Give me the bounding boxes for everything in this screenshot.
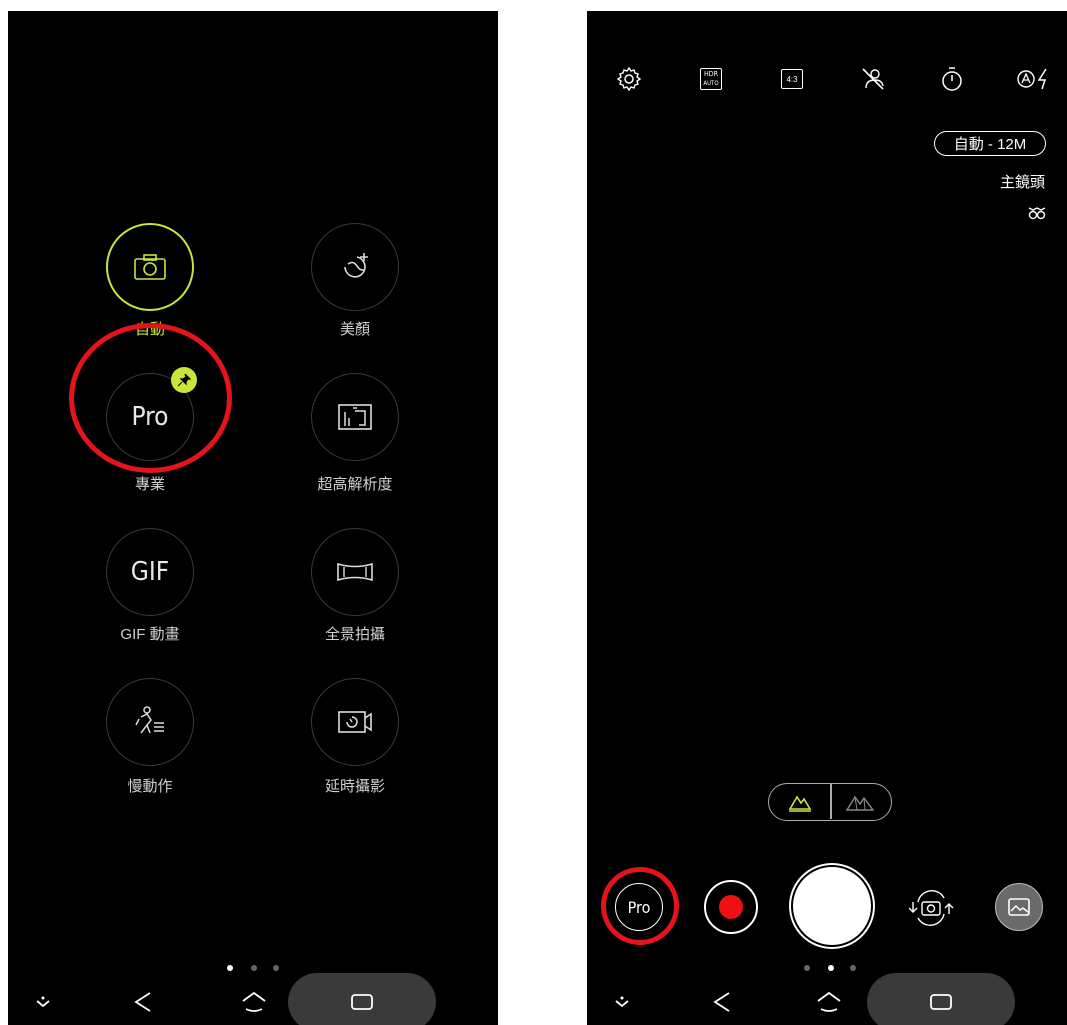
super-resolution-icon — [337, 402, 373, 432]
scene-mountain-icon[interactable] — [845, 791, 875, 813]
page-dot — [273, 965, 279, 971]
gallery-button[interactable] — [995, 883, 1043, 931]
switch-camera-icon[interactable] — [903, 886, 959, 930]
mode-panorama-button[interactable] — [311, 528, 399, 616]
scene-landscape-icon[interactable] — [787, 791, 813, 813]
page-dot — [850, 965, 856, 971]
mode-panorama-label: 全景拍攝 — [324, 626, 385, 643]
page-dot — [251, 965, 257, 971]
gif-icon-text: GIF — [130, 557, 170, 587]
beauty-face-icon — [338, 250, 372, 284]
hdr-text: HDR — [704, 70, 718, 78]
gallery-icon — [1007, 897, 1031, 917]
auto-text: AUTO — [703, 80, 719, 87]
camera-icon — [132, 253, 168, 281]
mode-beauty-label: 美顏 — [339, 321, 370, 338]
mode-pro-label: 專業 — [134, 476, 165, 493]
highlight-circle — [601, 867, 679, 945]
toggle-divider — [830, 784, 832, 819]
time-lapse-icon — [337, 708, 373, 736]
highlight-circle — [69, 323, 232, 473]
mode-super-resolution-button[interactable] — [311, 373, 399, 461]
home-icon[interactable] — [238, 987, 270, 1017]
night-owl-icon[interactable] — [1027, 205, 1047, 221]
shutter-button[interactable] — [793, 867, 871, 945]
resolution-badge[interactable]: 自動 - 12M — [934, 131, 1046, 156]
scene-toggle[interactable] — [768, 783, 892, 821]
hdr-auto-icon[interactable]: HDR AUTO — [697, 65, 725, 93]
page-dot — [804, 965, 810, 971]
aspect-ratio-icon[interactable]: 4:3 — [778, 65, 806, 93]
panorama-icon — [336, 561, 374, 583]
slow-motion-icon — [133, 705, 167, 739]
mode-beauty-button[interactable] — [311, 223, 399, 311]
collapse-icon[interactable] — [607, 987, 637, 1017]
home-icon[interactable] — [813, 987, 845, 1017]
back-icon[interactable] — [707, 987, 737, 1017]
page-dot — [227, 965, 233, 971]
mode-time-lapse-button[interactable] — [311, 678, 399, 766]
settings-icon[interactable] — [615, 65, 643, 93]
recents-icon[interactable] — [346, 987, 378, 1017]
timer-icon[interactable] — [938, 65, 966, 93]
mode-gif-button[interactable]: GIF — [106, 528, 194, 616]
mode-super-resolution-label: 超高解析度 — [317, 476, 393, 493]
record-icon — [719, 895, 743, 919]
lens-label[interactable]: 主鏡頭 — [927, 171, 1045, 192]
mode-selector-screen: 自動 美顏 Pro 專業 超高解析度 GIF GIF 動畫 全景拍攝 慢動作 延… — [8, 11, 498, 1025]
camera-viewfinder-screen: HDR AUTO 4:3 自動 - 12M 主鏡頭 Pro — [587, 11, 1067, 1025]
back-icon[interactable] — [128, 987, 158, 1017]
aspect-text: 4:3 — [781, 69, 803, 89]
page-dot — [828, 965, 834, 971]
recents-icon[interactable] — [925, 987, 957, 1017]
beautify-off-icon[interactable] — [859, 65, 887, 93]
mode-slow-motion-button[interactable] — [106, 678, 194, 766]
mode-slow-motion-label: 慢動作 — [127, 778, 173, 795]
mode-time-lapse-label: 延時攝影 — [324, 778, 385, 795]
collapse-icon[interactable] — [28, 987, 58, 1017]
flash-auto-icon[interactable] — [1015, 65, 1053, 93]
record-button[interactable] — [704, 880, 758, 934]
mode-auto-button[interactable] — [106, 223, 194, 311]
mode-gif-label: GIF 動畫 — [120, 626, 180, 643]
